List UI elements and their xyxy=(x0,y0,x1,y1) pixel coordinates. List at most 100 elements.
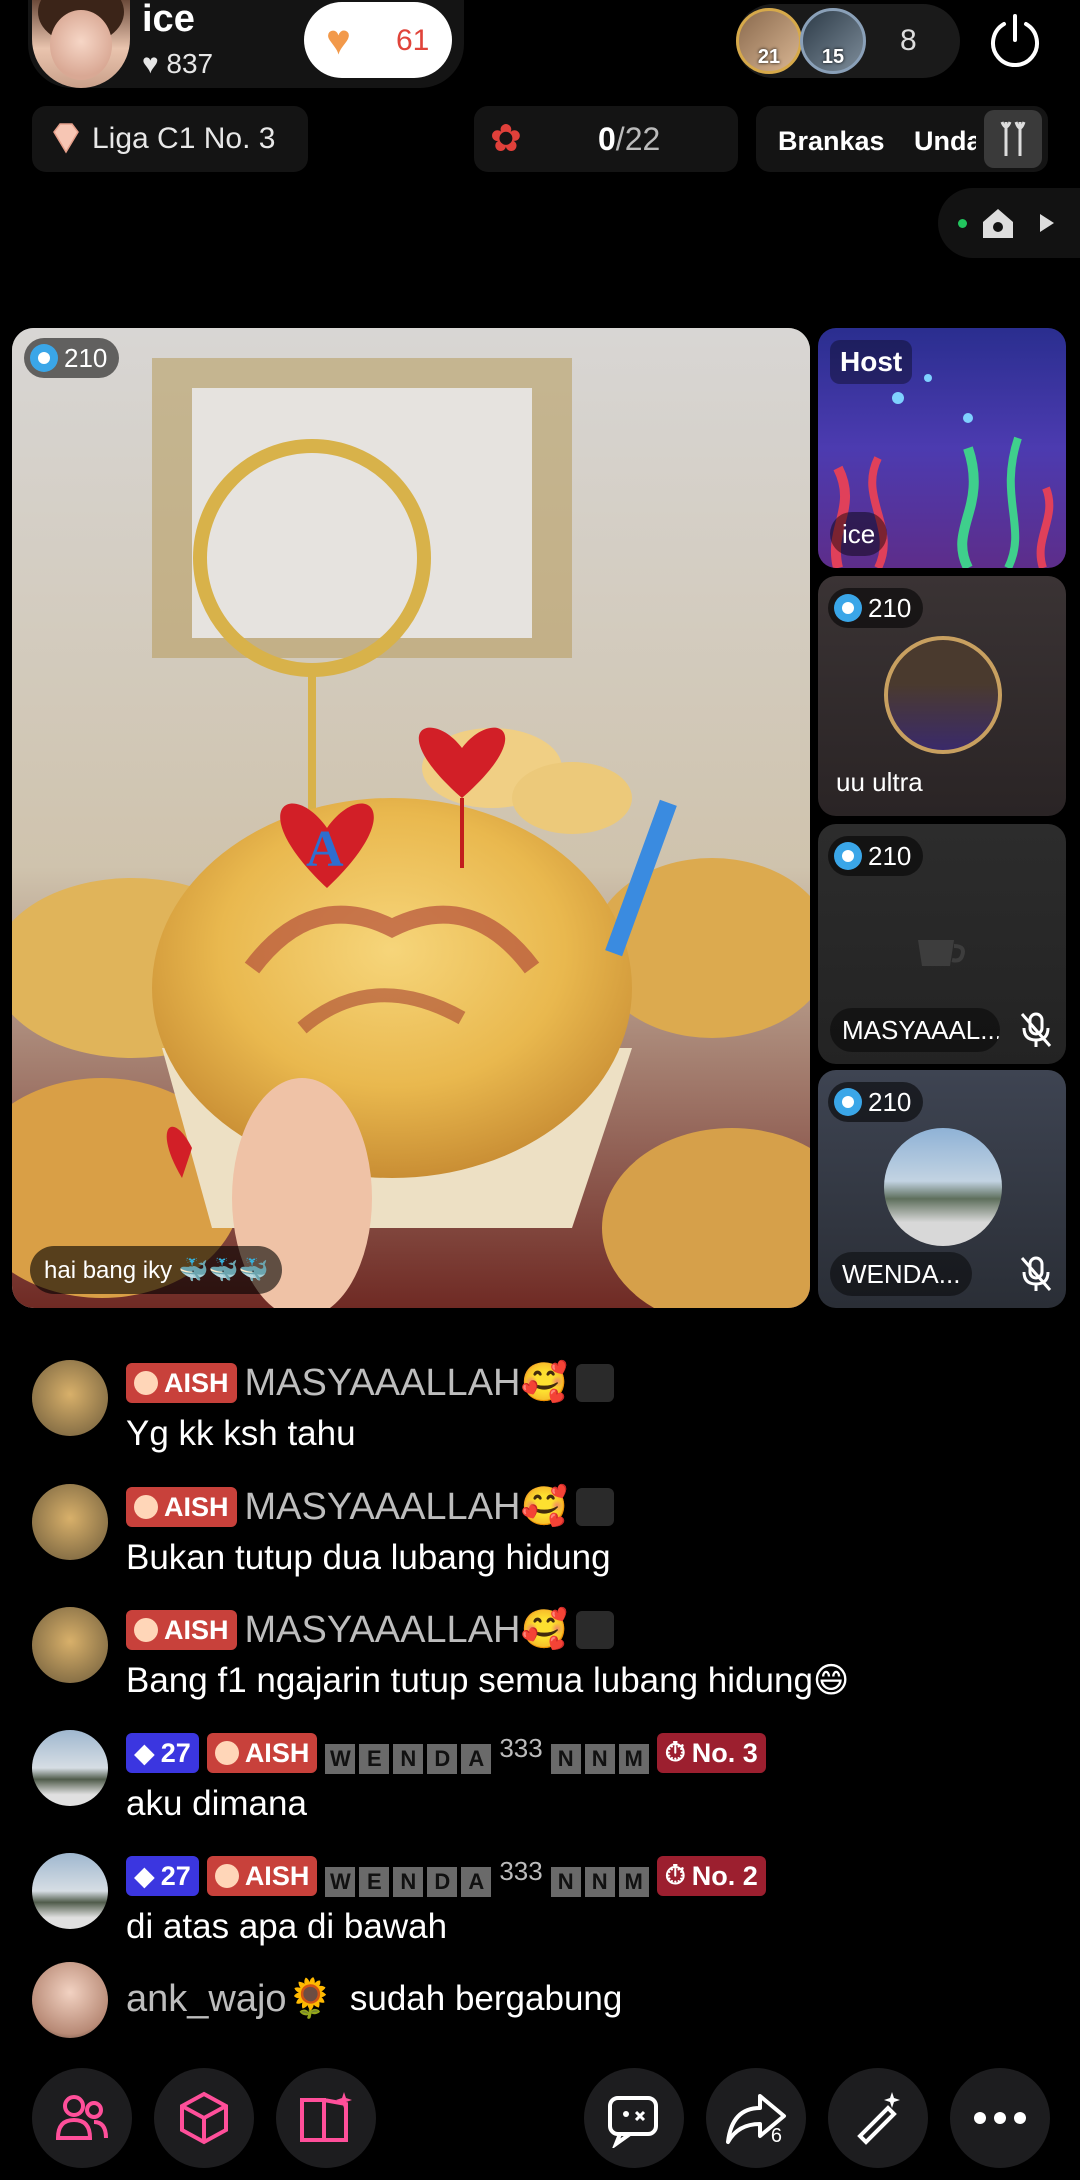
viewer-count: 8 xyxy=(900,24,917,57)
cup-icon xyxy=(918,940,965,966)
chat-header: ank_wajo🌻 sudah bergabung xyxy=(126,1976,622,2022)
gem-icon: ◆ xyxy=(134,1860,155,1891)
chat-header: AISH MASYAAALLAH🥰 xyxy=(126,1607,614,1653)
play-icon[interactable] xyxy=(1038,212,1056,234)
chat-text: di atas apa di bawah xyxy=(126,1907,448,1946)
aish-tag: AISH xyxy=(206,1733,318,1773)
chat-text: aku dimana xyxy=(126,1784,307,1823)
chat-text: Bukan tutup dua lubang hidung xyxy=(126,1538,611,1577)
guest-tile[interactable]: 210 MASYAAAL... xyxy=(818,824,1066,1064)
chat-username[interactable]: WENDA 333 NNM xyxy=(325,1856,649,1897)
viewer-rank: 21 xyxy=(757,46,781,68)
rose-icon: ✿ xyxy=(490,118,522,160)
vault-label[interactable]: Brankas xyxy=(778,126,885,157)
badge-count: 210 xyxy=(64,342,108,373)
person-icon xyxy=(575,1611,614,1649)
viewer-badge: 210 xyxy=(828,588,924,628)
follow-count: 61 xyxy=(396,24,430,57)
star-badge-icon xyxy=(834,1088,862,1116)
chat-username[interactable]: MASYAAALLAH🥰 xyxy=(245,1361,568,1405)
viewer-badge: 210 xyxy=(828,836,924,876)
aish-icon xyxy=(214,1864,239,1888)
svg-text:A: A xyxy=(306,821,344,878)
chat-header: AISH MASYAAALLAH🥰 xyxy=(126,1484,614,1530)
aish-tag: AISH xyxy=(126,1610,237,1650)
chat-username[interactable]: WENDA 333 NNM xyxy=(325,1733,649,1774)
chat-avatar[interactable] xyxy=(32,1730,108,1806)
league-label: Liga C1 No. 3 xyxy=(92,122,276,155)
host-name: ice xyxy=(142,0,195,40)
chat-avatar[interactable] xyxy=(32,1853,108,1929)
aish-tag: AISH xyxy=(126,1487,237,1527)
muted-mic-icon xyxy=(1020,1256,1052,1291)
goal-current: 0 xyxy=(598,121,616,157)
badge-count: 210 xyxy=(868,592,912,623)
guest-tile[interactable]: 210 uu ultra xyxy=(818,576,1066,816)
tile-name: ice xyxy=(830,512,888,556)
rank-tag: ⏱ No. 3 xyxy=(656,1733,766,1773)
activities-button[interactable] xyxy=(276,2068,376,2168)
star-badge-icon xyxy=(30,344,58,372)
host-label: Host xyxy=(830,340,913,384)
magic-button[interactable] xyxy=(828,2068,928,2168)
tile-name: WENDA... xyxy=(830,1252,973,1296)
cube-icon xyxy=(180,2091,228,2145)
chat-avatar[interactable] xyxy=(32,1484,108,1560)
comment-button[interactable] xyxy=(584,2068,684,2168)
viewer-badge: 210 xyxy=(828,1082,924,1122)
chat-avatar[interactable] xyxy=(32,1607,108,1683)
guest-tile[interactable]: 210 WENDA... xyxy=(818,1070,1066,1308)
viewer-avatar[interactable]: 15 xyxy=(800,8,866,74)
star-badge-icon xyxy=(834,842,862,870)
goal-total: /22 xyxy=(615,121,661,157)
guest-avatar xyxy=(884,1128,1002,1246)
league-badge[interactable]: Liga C1 No. 3 xyxy=(32,106,308,172)
power-icon[interactable] xyxy=(984,10,1046,72)
chat-username[interactable]: ank_wajo🌻 xyxy=(126,1977,334,2021)
chat-text: sudah bergabung xyxy=(349,1979,623,2018)
follow-button[interactable]: ♥ 61 xyxy=(304,2,452,78)
viewer-badge: 210 xyxy=(24,338,120,378)
person-icon xyxy=(575,1488,614,1526)
effects-button[interactable] xyxy=(154,2068,254,2168)
viewer-avatar[interactable]: 21 xyxy=(736,8,802,74)
aish-tag: AISH xyxy=(206,1856,318,1896)
goal-progress: 0/22 xyxy=(598,121,660,158)
chat-header: AISH MASYAAALLAH🥰 xyxy=(126,1360,614,1406)
home-icon[interactable] xyxy=(980,206,1016,240)
guest-tile-host[interactable]: Host ice xyxy=(818,328,1066,568)
main-video-stream[interactable]: A 210 hai bang iky 🐳🐳🐳 xyxy=(12,328,810,1308)
level-tag: ◆ 27 xyxy=(126,1733,199,1773)
medal-icon: ⏱ xyxy=(664,1737,686,1767)
aish-icon xyxy=(134,1618,158,1642)
chat-username[interactable]: MASYAAALLAH🥰 xyxy=(245,1608,568,1652)
aish-icon xyxy=(134,1371,158,1395)
chat-header: ◆ 27 AISH WENDA 333 NNM ⏱ No. 2 xyxy=(126,1853,766,1899)
book-sparkle-icon xyxy=(300,2092,352,2142)
chat-avatar[interactable] xyxy=(32,1962,108,2038)
invite-label[interactable]: Unda xyxy=(914,126,976,157)
badge-count: 210 xyxy=(868,840,912,871)
chat-avatar[interactable] xyxy=(32,1360,108,1436)
host-likes-count: 837 xyxy=(166,48,214,79)
viewer-rank: 15 xyxy=(821,46,845,68)
guests-button[interactable] xyxy=(32,2068,132,2168)
aish-icon xyxy=(214,1741,239,1765)
mini-controls[interactable] xyxy=(938,188,1080,258)
utensil-icon[interactable] xyxy=(984,110,1042,168)
more-icon xyxy=(974,2112,1026,2124)
diamond-icon xyxy=(53,123,79,154)
chat-username[interactable]: MASYAAALLAH🥰 xyxy=(245,1485,568,1529)
gem-icon: ◆ xyxy=(134,1737,155,1768)
heart-icon: ♥ xyxy=(142,48,159,79)
tile-name: MASYAAAL... xyxy=(830,1008,1000,1052)
more-button[interactable] xyxy=(950,2068,1050,2168)
top-viewers[interactable]: 21 15 8 xyxy=(736,4,960,78)
guest-avatar xyxy=(884,636,1002,754)
gift-goal[interactable]: ✿ 0/22 xyxy=(474,106,738,172)
share-button[interactable]: 6 xyxy=(706,2068,806,2168)
people-icon xyxy=(55,2095,108,2140)
medal-icon: ⏱ xyxy=(664,1860,686,1890)
vault-bar[interactable]: Brankas Unda xyxy=(756,106,1048,172)
host-likes: ♥ 837 xyxy=(142,48,213,80)
